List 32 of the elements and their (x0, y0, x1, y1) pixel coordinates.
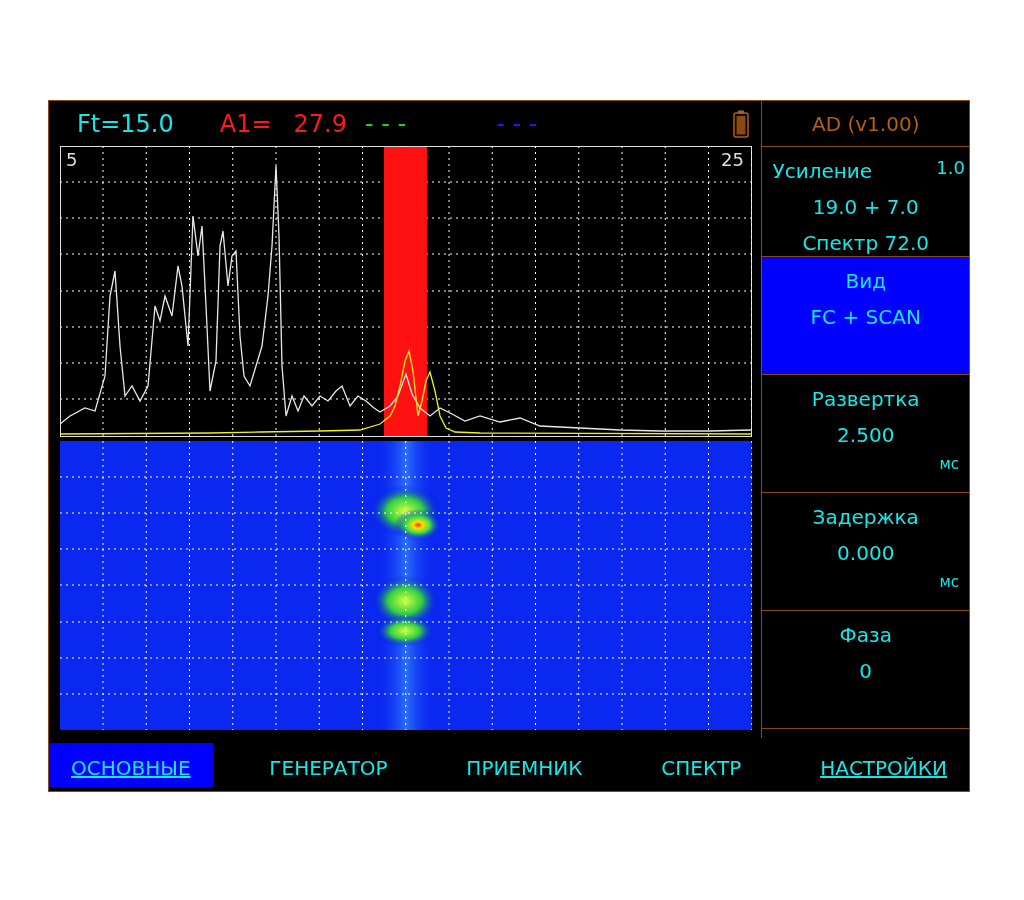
readout: 27.9 (293, 108, 347, 140)
menu-tab[interactable]: ПРИЕМНИК (444, 743, 605, 787)
parameter-value: 0.000 (837, 540, 895, 567)
device-title: AD (v1.00) (762, 101, 969, 147)
frequency-readout: Ft=15.0 (77, 108, 174, 140)
parameter-label: Фаза (839, 622, 892, 649)
menu-tab[interactable]: ГЕНЕРАТОР (247, 743, 410, 787)
parameter-value: 0 (859, 658, 873, 685)
menu-tab[interactable]: НАСТРОЙКИ (798, 743, 969, 787)
range-start-label: 5 (66, 149, 78, 170)
unit-label: мс (939, 454, 959, 475)
readout: - - - (496, 108, 538, 140)
parameter-panel[interactable]: Задержка 0.000 мс (762, 493, 969, 611)
parameter-panel[interactable]: Фаза 0 (762, 611, 969, 729)
parameter-label: Задержка (812, 504, 919, 531)
step-value: 1.0 (936, 156, 965, 180)
parameter-label: Вид (845, 268, 886, 295)
parameter-value: Спектр 72.0 (801, 230, 931, 257)
readout: - - - (365, 108, 407, 140)
parameter-value: FC + SCAN (810, 304, 921, 331)
battery-icon (733, 109, 750, 138)
parameter-value: 19.0 + 7.0 (811, 194, 920, 221)
readout: A1= (219, 108, 272, 140)
parameter-label: Развертка (811, 386, 920, 413)
parameter-label: Усиление (772, 158, 873, 185)
parameter-value: 2.500 (837, 422, 895, 449)
unit-label: мс (939, 572, 959, 593)
parameter-panel[interactable]: Развертка 2.500 мс (762, 375, 969, 493)
parameter-panel[interactable]: Вид FC + SCAN (762, 257, 969, 375)
menu-tab[interactable]: СПЕКТР (639, 743, 764, 787)
range-end-label: 25 (721, 149, 744, 170)
menu-tab[interactable]: ОСНОВНЫЕ (49, 743, 213, 787)
